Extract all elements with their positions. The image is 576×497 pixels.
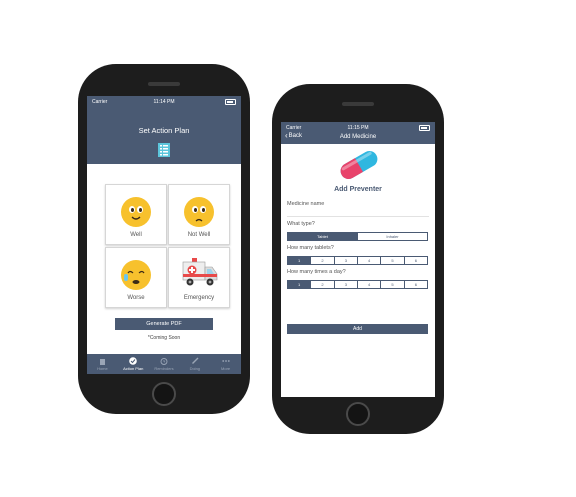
header: Carrier 11:15 PM ‹ Back Add Medicine: [281, 122, 435, 144]
home-button[interactable]: [346, 402, 370, 426]
tile-label: Worse: [127, 295, 145, 301]
generate-pdf-button[interactable]: Generate PDF: [115, 318, 213, 330]
phone-left: Carrier 11:14 PM Set Action Plan Well No…: [78, 64, 250, 414]
smiling-face-icon: [121, 197, 151, 227]
tablets-option[interactable]: 4: [356, 257, 380, 264]
speaker: [148, 82, 180, 86]
tab-action-plan[interactable]: Action Plan: [118, 354, 149, 374]
carrier-label: Carrier: [92, 98, 108, 105]
pill-icon: [340, 151, 378, 179]
tab-bar: Home Action Plan Reminders Doing More: [87, 354, 241, 374]
check-circle-icon: [129, 357, 137, 365]
tablets-label: How many tablets?: [287, 245, 334, 251]
list-icon: [158, 143, 170, 157]
add-button[interactable]: Add: [287, 324, 428, 334]
status-bar: Carrier 11:14 PM: [87, 96, 241, 107]
times-option[interactable]: 1: [288, 281, 311, 288]
page-title: Add Medicine: [339, 134, 377, 140]
medicine-name-field[interactable]: Medicine name: [287, 201, 324, 207]
tablets-option[interactable]: 5: [380, 257, 403, 264]
battery-icon: [419, 124, 430, 131]
times-option[interactable]: 4: [356, 281, 380, 288]
home-icon: [98, 357, 106, 365]
times-option[interactable]: 2: [310, 281, 333, 288]
tab-label: Doing: [189, 366, 201, 371]
status-bar: Carrier 11:15 PM: [281, 122, 435, 133]
crying-face-icon: [121, 260, 151, 290]
screen-add-medicine: Carrier 11:15 PM ‹ Back Add Medicine Add…: [281, 122, 435, 397]
battery-icon: [225, 98, 236, 105]
tab-home[interactable]: Home: [87, 354, 118, 374]
times-option[interactable]: 3: [333, 281, 357, 288]
tile-label: Emergency: [183, 295, 215, 301]
tile-worse[interactable]: Worse: [105, 247, 167, 308]
tab-more[interactable]: More: [210, 354, 241, 374]
page-title: Set Action Plan: [138, 126, 190, 135]
tile-well[interactable]: Well: [105, 184, 167, 245]
tile-not-well[interactable]: Not Well: [168, 184, 230, 245]
tablets-segmented-control: 1 2 3 4 5 6: [287, 256, 428, 265]
tablets-option[interactable]: 1: [288, 257, 311, 264]
tile-label: Well: [130, 232, 142, 238]
tablets-option[interactable]: 2: [310, 257, 333, 264]
tablets-option[interactable]: 6: [403, 257, 427, 264]
alarm-clock-icon: [160, 357, 168, 365]
tab-label: More: [221, 366, 231, 371]
coming-soon-note: *Coming Soon: [147, 335, 181, 341]
ambulance-icon: [182, 258, 218, 286]
header: Carrier 11:14 PM Set Action Plan: [87, 96, 241, 164]
times-label: How many times a day?: [287, 269, 346, 275]
tab-label: Home: [97, 366, 108, 371]
tile-emergency[interactable]: Emergency: [168, 247, 230, 308]
times-option[interactable]: 5: [380, 281, 403, 288]
times-segmented-control: 1 2 3 4 5 6: [287, 280, 428, 289]
carrier-label: Carrier: [286, 124, 302, 131]
frowning-face-icon: [184, 197, 214, 227]
type-option-inhaler[interactable]: Inhaler: [357, 233, 427, 240]
times-option[interactable]: 6: [403, 281, 427, 288]
divider: [287, 216, 429, 217]
inhaler-icon: [191, 357, 199, 365]
section-heading: Add Preventer: [334, 186, 382, 193]
type-option-tablet[interactable]: Tablet: [288, 233, 357, 240]
tablets-option[interactable]: 3: [333, 257, 357, 264]
status-time: 11:15 PM: [347, 124, 369, 131]
phone-right: Carrier 11:15 PM ‹ Back Add Medicine Add…: [272, 84, 444, 434]
tab-label: Action Plan: [123, 366, 144, 371]
status-time: 11:14 PM: [153, 98, 175, 105]
tab-doing[interactable]: Doing: [179, 354, 210, 374]
type-label: What type?: [287, 221, 315, 227]
screen-action-plan: Carrier 11:14 PM Set Action Plan Well No…: [87, 96, 241, 374]
home-button[interactable]: [152, 382, 176, 406]
tile-label: Not Well: [187, 232, 211, 238]
speaker: [342, 102, 374, 106]
tab-label: Reminders: [154, 366, 174, 371]
type-segmented-control: Tablet Inhaler: [287, 232, 428, 241]
tab-reminders[interactable]: Reminders: [149, 354, 180, 374]
more-dots-icon: [221, 357, 230, 365]
